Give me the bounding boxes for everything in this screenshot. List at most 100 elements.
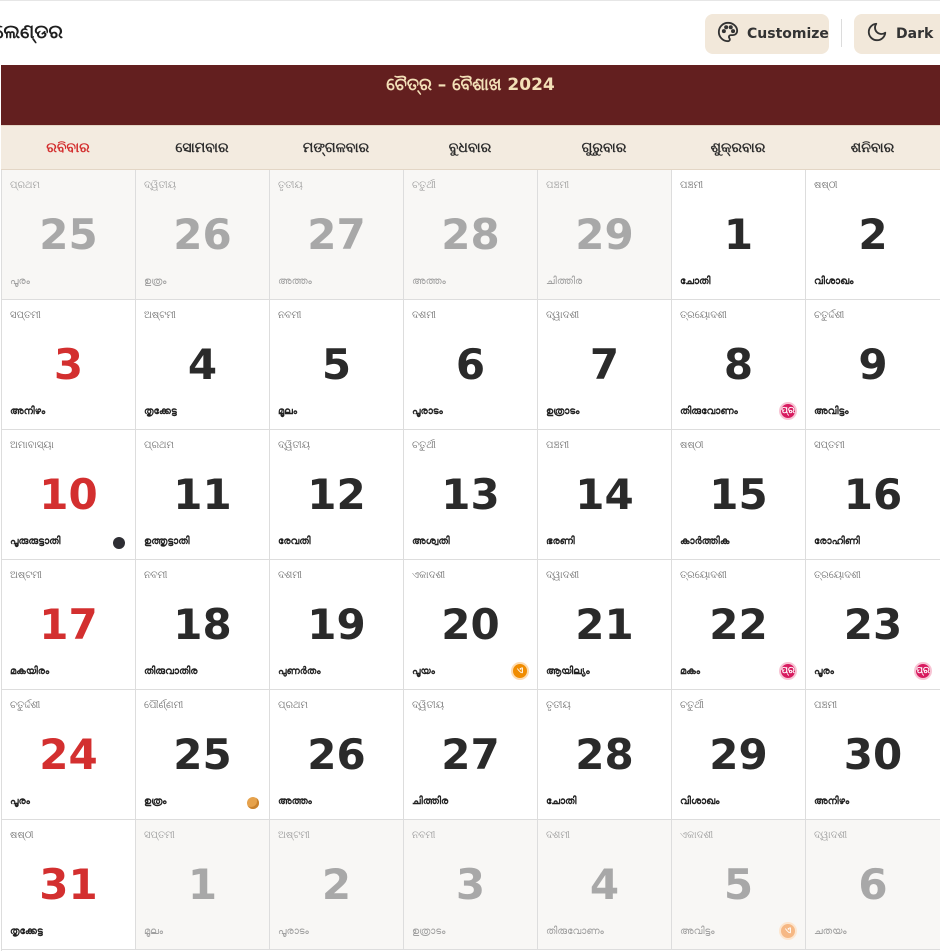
day-cell[interactable]: ଅଷ୍ଟମୀ 4 തൃക്കേട്ട — [136, 300, 270, 430]
day-number: 28 — [575, 730, 634, 779]
day-number: 30 — [843, 730, 903, 779]
day-cell[interactable]: ତୃତୀୟ 28 ചോതി — [538, 690, 672, 820]
day-cell[interactable]: ଦ୍ୱିତୀୟ 26 ഉത്രം — [136, 170, 270, 300]
day-cell[interactable]: ଦଶମୀ 4 തിരുവോണം — [538, 820, 672, 950]
tithi-label: ତୃତୀୟ — [278, 180, 303, 191]
day-cell[interactable]: ଷଷ୍ଠୀ 15 കാർത്തിക — [672, 430, 806, 560]
nakshatra-label: ചിത്തിര — [546, 276, 583, 287]
day-number: 29 — [575, 210, 634, 259]
tithi-label: ଦଶମୀ — [278, 570, 302, 581]
day-cell[interactable]: ତୃତୀୟ 27 അത്തം — [270, 170, 404, 300]
tithi-label: ଦଶମୀ — [412, 310, 436, 321]
nakshatra-label: ചതയം — [814, 926, 847, 937]
app-title: ଲେଣ୍ଡର — [0, 21, 63, 43]
day-number: 24 — [39, 730, 98, 779]
tithi-label: ତ୍ରୟୋଦଶୀ — [680, 310, 727, 321]
nakshatra-label: അവിട്ടം — [680, 926, 715, 937]
calendar-header: ଚୈତ୍ର – ବୈଶାଖ 2024 — [1, 65, 940, 125]
day-cell[interactable]: ନବମୀ 5 മൂലം — [270, 300, 404, 430]
festival-badge[interactable]: ଏ — [779, 922, 797, 940]
tithi-label: ଦ୍ୱାଦଶୀ — [546, 570, 580, 581]
weekday-label: ସୋମବାର — [175, 140, 229, 156]
nakshatra-label: മകയിരം — [10, 666, 50, 677]
day-cell[interactable]: ଦଶମୀ 6 പൂരാടം — [404, 300, 538, 430]
day-cell[interactable]: ପୌର୍ଣ୍ଣମୀ 25 ഉത്രം — [136, 690, 270, 820]
nakshatra-label: ആയില്യം — [546, 666, 590, 677]
tithi-label: ଅଷ୍ଟମୀ — [278, 830, 310, 841]
day-cell[interactable]: ଷଷ୍ଠୀ 2 വിശാഖം — [806, 170, 940, 300]
festival-badge[interactable]: ପ୍ର — [914, 662, 932, 680]
day-number: 7 — [589, 340, 620, 389]
calendar-grid: ପ୍ରଥମ 25 പൂരം ଦ୍ୱିତୀୟ 26 ഉത്രം ତୃତୀୟ 27 അത്തം ଚତୁ… — [1, 170, 940, 951]
day-cell[interactable]: ପଞ୍ଚମୀ 30 അനിഴം — [806, 690, 940, 820]
nakshatra-label: വിശാഖം — [680, 796, 720, 807]
nakshatra-label: മൂലം — [278, 406, 298, 417]
day-cell[interactable]: ଷଷ୍ଠୀ 31 തൃക്കേട്ട — [2, 820, 136, 950]
day-number: 1 — [187, 860, 218, 909]
nakshatra-label: അനിഴം — [10, 406, 46, 417]
day-cell[interactable]: ତ୍ରୟୋଦଶୀ 8 തിരുവോണം ପ୍ର — [672, 300, 806, 430]
day-cell[interactable]: ପ୍ରଥମ 26 അത്തം — [270, 690, 404, 820]
tithi-label: ଷଷ୍ଠୀ — [10, 830, 34, 841]
nakshatra-label: അശ്വതി — [412, 536, 450, 547]
tithi-label: ଏକାଦଶୀ — [412, 570, 446, 581]
day-number: 16 — [843, 470, 903, 519]
day-cell[interactable]: ଅଷ୍ଟମୀ 17 മകയിരം — [2, 560, 136, 690]
festival-badge[interactable]: ପ୍ର — [779, 662, 797, 680]
tithi-label: ପଞ୍ଚମୀ — [814, 700, 838, 711]
day-number: 27 — [307, 210, 366, 259]
day-cell[interactable]: ଦ୍ୱାଦଶୀ 21 ആയില്യം — [538, 560, 672, 690]
tithi-label: ଦ୍ୱିତୀୟ — [412, 700, 444, 711]
day-cell[interactable]: ଚତୁର୍ଦ୍ଦଶୀ 24 പൂരം — [2, 690, 136, 820]
day-number: 17 — [39, 600, 98, 649]
day-cell[interactable]: ସପ୍ତମୀ 1 മൂലം — [136, 820, 270, 950]
day-cell[interactable]: ତ୍ରୟୋଦଶୀ 23 പൂരം ପ୍ର — [806, 560, 940, 690]
day-cell[interactable]: ତ୍ରୟୋଦଶୀ 22 മകം ପ୍ର — [672, 560, 806, 690]
festival-badge[interactable]: ପ୍ର — [779, 402, 797, 420]
day-cell[interactable]: ଚତୁର୍ଥୀ 28 അത്തം — [404, 170, 538, 300]
day-cell[interactable]: ଦ୍ୱିତୀୟ 27 ചിത്തിര — [404, 690, 538, 820]
dark-mode-button[interactable]: Dark — [854, 14, 940, 54]
day-cell[interactable]: ଦ୍ୱିତୀୟ 12 രേവതി — [270, 430, 404, 560]
day-cell[interactable]: ନବମୀ 3 ഉത്രാടം — [404, 820, 538, 950]
day-cell[interactable]: ଅମାବାସ୍ୟା 10 പൂരുരുട്ടാതി — [2, 430, 136, 560]
nakshatra-label: പൂയം — [412, 666, 435, 677]
day-cell[interactable]: ଅଷ୍ଟମୀ 2 പൂരാടം — [270, 820, 404, 950]
day-cell[interactable]: ଦ୍ୱାଦଶୀ 7 ഉത്രാടം — [538, 300, 672, 430]
day-cell[interactable]: ଦଶମୀ 19 പുണർതം — [270, 560, 404, 690]
day-cell[interactable]: ପଞ୍ଚମୀ 14 ഭരണി — [538, 430, 672, 560]
day-number: 2 — [321, 860, 352, 909]
day-cell[interactable]: ପଞ୍ଚମୀ 29 ചിത്തിര — [538, 170, 672, 300]
day-cell[interactable]: ପ୍ରଥମ 25 പൂരം — [2, 170, 136, 300]
day-cell[interactable]: ସପ୍ତମୀ 3 അനിഴം — [2, 300, 136, 430]
day-cell[interactable]: ନବମୀ 18 തിരുവാതിര — [136, 560, 270, 690]
day-number: 21 — [575, 600, 634, 649]
nakshatra-label: കാർത്തിക — [680, 536, 730, 547]
customize-button[interactable]: Customize — [705, 14, 829, 54]
day-cell[interactable]: ପଞ୍ଚମୀ 1 ചോതി — [672, 170, 806, 300]
day-number: 11 — [173, 470, 232, 519]
day-cell[interactable]: ଚତୁର୍ଦ୍ଦଶୀ 9 അവിട്ടം — [806, 300, 940, 430]
day-number: 8 — [723, 340, 754, 389]
nakshatra-label: അനിഴം — [814, 796, 850, 807]
day-number: 31 — [39, 860, 98, 909]
tithi-label: ଦ୍ୱିତୀୟ — [278, 440, 310, 451]
weekday-label: ମଙ୍ଗଳବାର — [302, 140, 370, 156]
nakshatra-label: പൂരം — [10, 796, 30, 807]
day-number: 23 — [843, 600, 903, 649]
nakshatra-label: അത്തം — [412, 276, 446, 287]
day-cell[interactable]: ପ୍ରଥମ 11 ഉത്തൃട്ടാതി — [136, 430, 270, 560]
day-cell[interactable]: ଏକାଦଶୀ 5 അവിട്ടം ଏ — [672, 820, 806, 950]
nakshatra-label: രേവതി — [278, 536, 311, 547]
festival-badge[interactable]: ଏ — [511, 662, 529, 680]
day-cell[interactable]: ସପ୍ତମୀ 16 രോഹിണി — [806, 430, 940, 560]
day-cell[interactable]: ଚତୁର୍ଥୀ 13 അശ്വതി — [404, 430, 538, 560]
nakshatra-label: മകം — [680, 666, 701, 677]
day-cell[interactable]: ଦ୍ୱାଦଶୀ 6 ചതയം — [806, 820, 940, 950]
day-cell[interactable]: ଚତୁର୍ଥୀ 29 വിശാഖം — [672, 690, 806, 820]
day-cell[interactable]: ଏକାଦଶୀ 20 പൂയം ଏ — [404, 560, 538, 690]
tithi-label: ତ୍ରୟୋଦଶୀ — [814, 570, 861, 581]
tithi-label: ଦଶମୀ — [546, 830, 570, 841]
tithi-label: ସପ୍ତମୀ — [144, 830, 175, 841]
day-number: 5 — [321, 340, 352, 389]
